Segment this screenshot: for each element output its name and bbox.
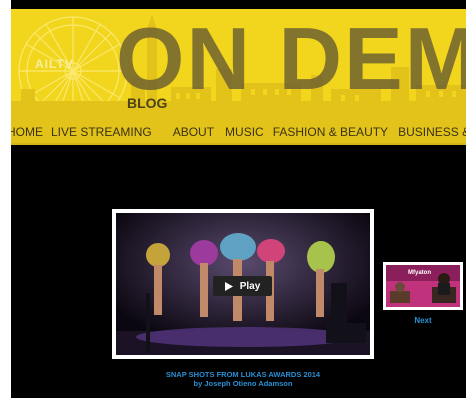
nav-item-fashion-beauty[interactable]: FASHION & BEAUTY [273,125,388,139]
nav-item-music[interactable]: MUSIC [225,125,264,139]
left-gutter [0,0,11,398]
video-caption-title[interactable]: SNAP SHOTS FROM LUKAS AWARDS 2014 [112,370,374,379]
blog-label: BLOG [127,95,168,111]
nav-item-live-streaming[interactable]: LIVE STREAMING [51,125,152,139]
nav-item-business-current[interactable]: BUSINESS & CURRENT [398,125,466,139]
next-video-thumbnail-image[interactable]: Mfyaton [386,265,460,307]
next-link[interactable]: Next [383,316,463,325]
nav-item-about[interactable]: ABOUT [173,125,214,139]
ailtv-logo[interactable]: AILTV [35,57,74,71]
play-button[interactable]: Play [213,276,272,296]
site-title: ON DEMA [116,9,466,108]
video-caption-author: by Joseph Otieno Adamson [193,379,293,388]
play-icon [224,281,233,291]
site-header: ON DEMA AILTV BLOG HOME LIVE STREAMING A… [11,9,466,145]
play-label: Play [239,280,261,292]
header-divider [11,143,466,145]
main-nav: HOME LIVE STREAMING ABOUT MUSIC FASHION … [11,122,466,142]
thumbnail-brand-text: Mfyaton [408,270,431,276]
nav-item-home[interactable]: HOME [11,125,43,139]
